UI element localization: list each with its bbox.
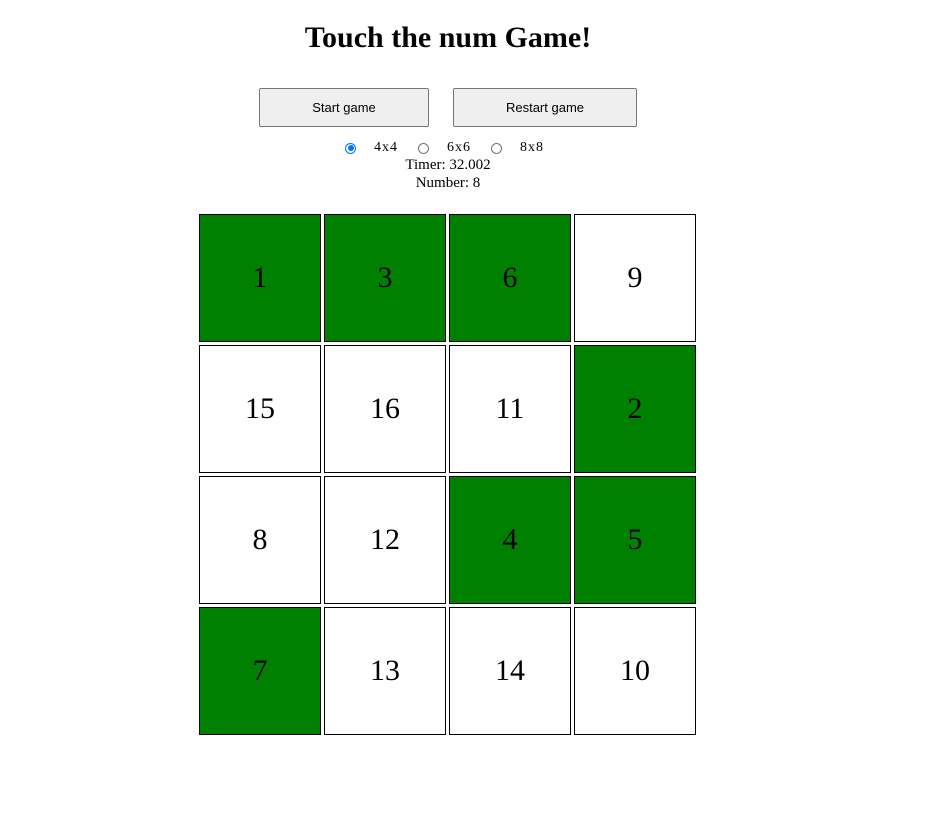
board-cell[interactable]: 2 <box>574 345 696 473</box>
restart-game-button[interactable]: Restart game <box>453 88 637 127</box>
radio-4x4-label: 4x4 <box>374 140 398 155</box>
timer-display: Timer: 32.002 <box>405 157 491 173</box>
radio-6x6[interactable] <box>418 142 429 154</box>
board-cell[interactable]: 7 <box>199 607 321 735</box>
radio-8x8[interactable] <box>491 142 502 154</box>
board-cell[interactable]: 4 <box>449 476 571 604</box>
game-page: Touch the num Game! Start game Restart g… <box>0 0 926 828</box>
board-cell[interactable]: 6 <box>449 214 571 342</box>
board-cell[interactable]: 1 <box>199 214 321 342</box>
board-cell[interactable]: 12 <box>324 476 446 604</box>
radio-4x4[interactable] <box>345 142 356 154</box>
game-board: 1 3 6 9 15 16 11 2 8 12 4 5 7 13 14 10 <box>199 214 697 735</box>
page-title: Touch the num Game! <box>304 21 592 54</box>
next-number-display: Number: 8 <box>415 175 481 191</box>
board-cell[interactable]: 9 <box>574 214 696 342</box>
start-game-button[interactable]: Start game <box>259 88 429 127</box>
board-cell[interactable]: 11 <box>449 345 571 473</box>
board-cell[interactable]: 13 <box>324 607 446 735</box>
board-cell[interactable]: 8 <box>199 476 321 604</box>
board-cell[interactable]: 10 <box>574 607 696 735</box>
radio-8x8-label: 8x8 <box>520 140 544 155</box>
board-cell[interactable]: 14 <box>449 607 571 735</box>
board-size-options: 4x4 6x6 8x8 <box>341 139 560 157</box>
board-cell[interactable]: 15 <box>199 345 321 473</box>
board-cell[interactable]: 16 <box>324 345 446 473</box>
board-cell[interactable]: 3 <box>324 214 446 342</box>
board-cell[interactable]: 5 <box>574 476 696 604</box>
radio-6x6-label: 6x6 <box>447 140 471 155</box>
